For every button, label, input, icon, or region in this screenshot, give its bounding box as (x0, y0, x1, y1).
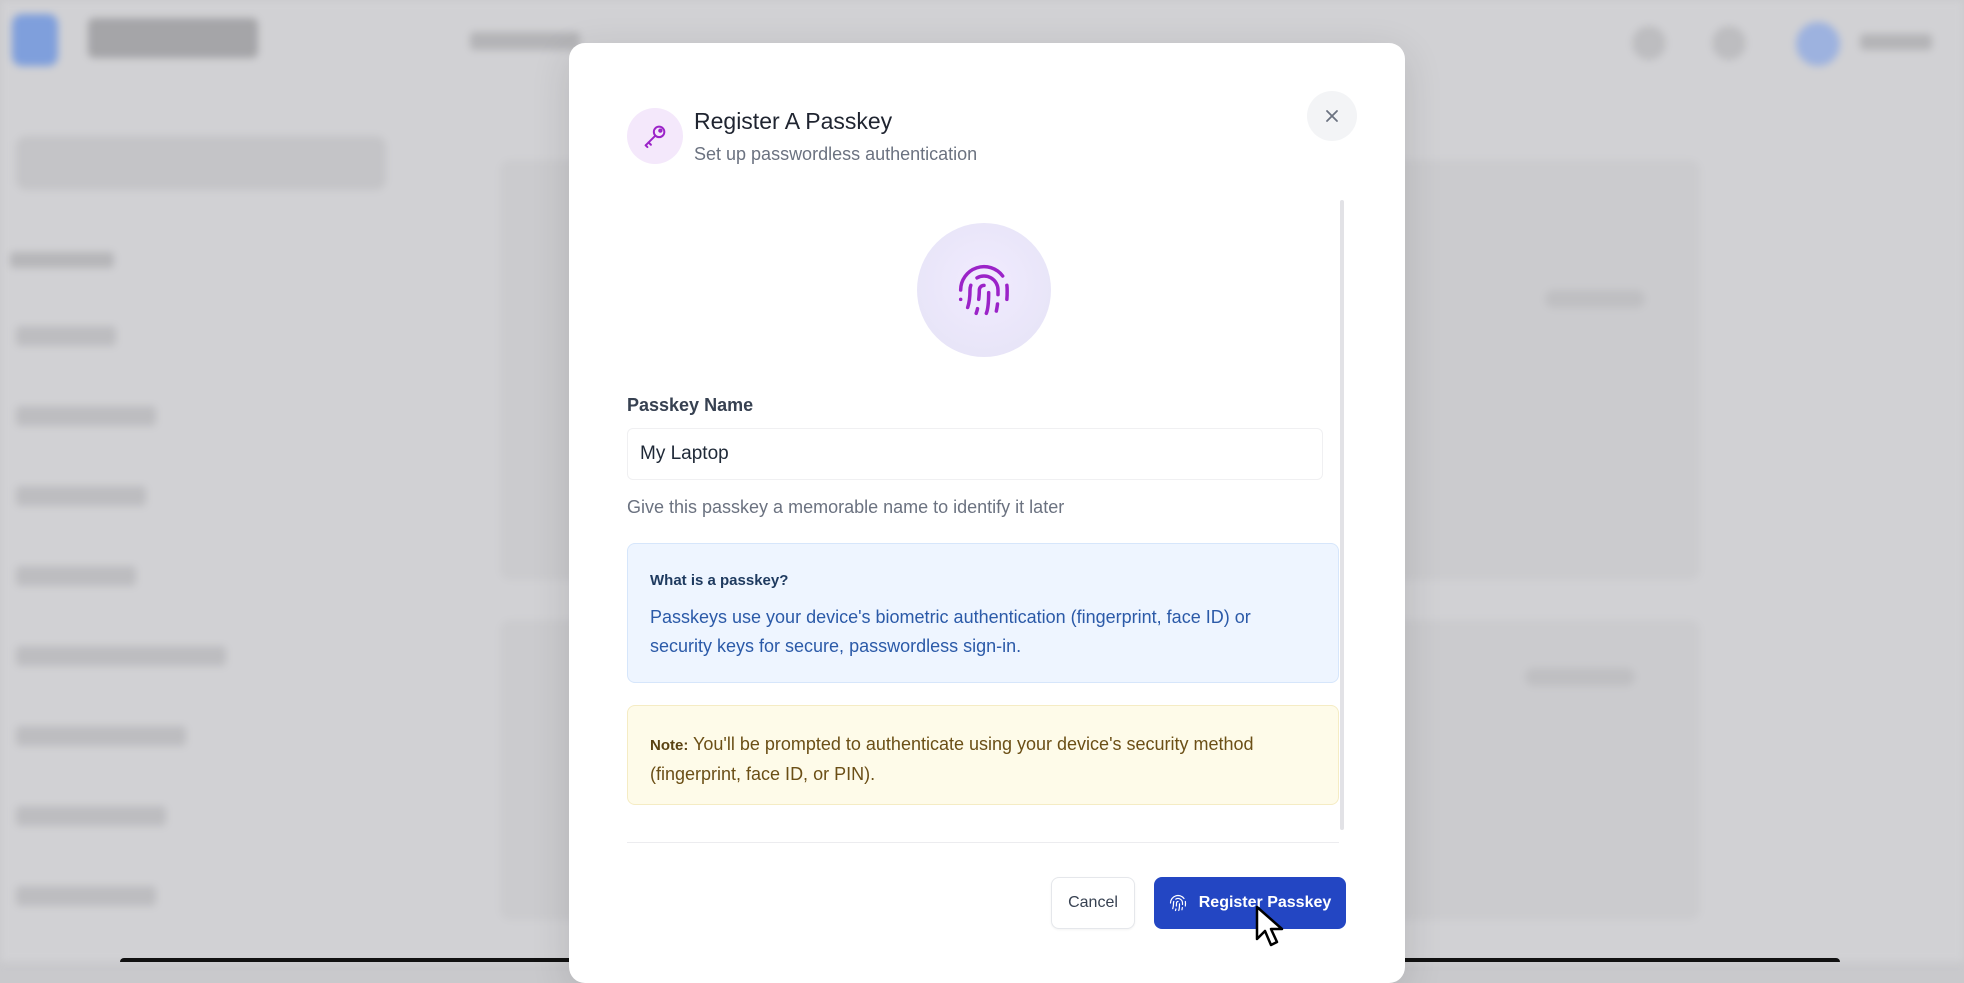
sidebar-item (16, 886, 156, 906)
background-pill (1525, 668, 1635, 686)
cancel-button[interactable]: Cancel (1051, 877, 1135, 929)
bell-icon (1712, 26, 1746, 60)
footer-divider (627, 842, 1339, 843)
passkey-name-input[interactable] (627, 428, 1323, 480)
sidebar-item (16, 406, 156, 426)
help-icon (1632, 26, 1666, 60)
background-pill (1545, 290, 1645, 308)
sidebar-item (16, 486, 146, 506)
note-text: You'll be prompted to authenticate using… (650, 734, 1254, 784)
mouse-cursor-icon (1255, 905, 1284, 947)
register-passkey-button[interactable]: Register Passkey (1154, 877, 1346, 929)
sidebar-section (10, 252, 114, 268)
modal-title: Register A Passkey (694, 108, 893, 134)
workspace-switcher (16, 136, 386, 190)
sidebar-item (16, 566, 136, 586)
modal-subtitle: Set up passwordless authentication (694, 144, 978, 164)
sidebar-item (16, 726, 186, 746)
info-box: What is a passkey? Passkeys use your dev… (627, 543, 1339, 683)
register-passkey-modal: Register A Passkey Set up passwordless a… (569, 43, 1405, 983)
note-box: Note: You'll be prompted to authenticate… (627, 705, 1339, 805)
passkey-name-help: Give this passkey a memorable name to id… (627, 497, 1065, 517)
fingerprint-icon (1169, 894, 1186, 912)
info-title: What is a passkey? (650, 572, 789, 589)
app-brand (88, 18, 258, 58)
modal-scrollbar[interactable] (1340, 200, 1344, 830)
key-icon (627, 108, 683, 164)
sidebar-item (16, 806, 166, 826)
close-button[interactable] (1307, 91, 1357, 141)
avatar (1796, 22, 1840, 66)
passkey-name-label: Passkey Name (627, 395, 754, 415)
topbar-link (470, 32, 580, 50)
user-name (1860, 34, 1932, 50)
close-icon (1326, 110, 1338, 122)
info-body: Passkeys use your device's biometric aut… (650, 607, 1251, 656)
sidebar-item (16, 646, 226, 666)
app-logo (12, 14, 58, 66)
note-label: Note: (650, 737, 689, 754)
fingerprint-icon (917, 223, 1051, 357)
sidebar-item (16, 326, 116, 346)
